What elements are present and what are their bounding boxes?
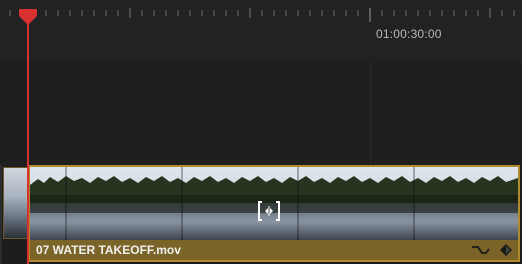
timeline: 01:00:30:00 07 WATER TAKEOFF.mov — [0, 0, 522, 264]
playhead-line[interactable] — [27, 12, 29, 264]
empty-track-area[interactable] — [0, 60, 522, 165]
playhead-icon[interactable] — [18, 8, 38, 26]
clip-name: 07 WATER TAKEOFF.mov — [36, 243, 181, 257]
previous-clip-thumbnail[interactable] — [3, 167, 29, 239]
keyframe-diamond-icon[interactable] — [500, 244, 512, 256]
trim-cursor-icon — [258, 201, 280, 221]
ruler-timecode-label: 01:00:30:00 — [376, 27, 442, 41]
timeline-ruler[interactable]: 01:00:30:00 — [0, 0, 522, 61]
clip-filmstrip — [30, 167, 518, 240]
video-clip[interactable]: 07 WATER TAKEOFF.mov — [28, 165, 520, 262]
ruler-ticks — [9, 8, 515, 22]
timecode-marker-line — [370, 60, 371, 165]
curve-icon[interactable] — [471, 243, 493, 257]
clip-label-bar: 07 WATER TAKEOFF.mov — [30, 240, 518, 260]
